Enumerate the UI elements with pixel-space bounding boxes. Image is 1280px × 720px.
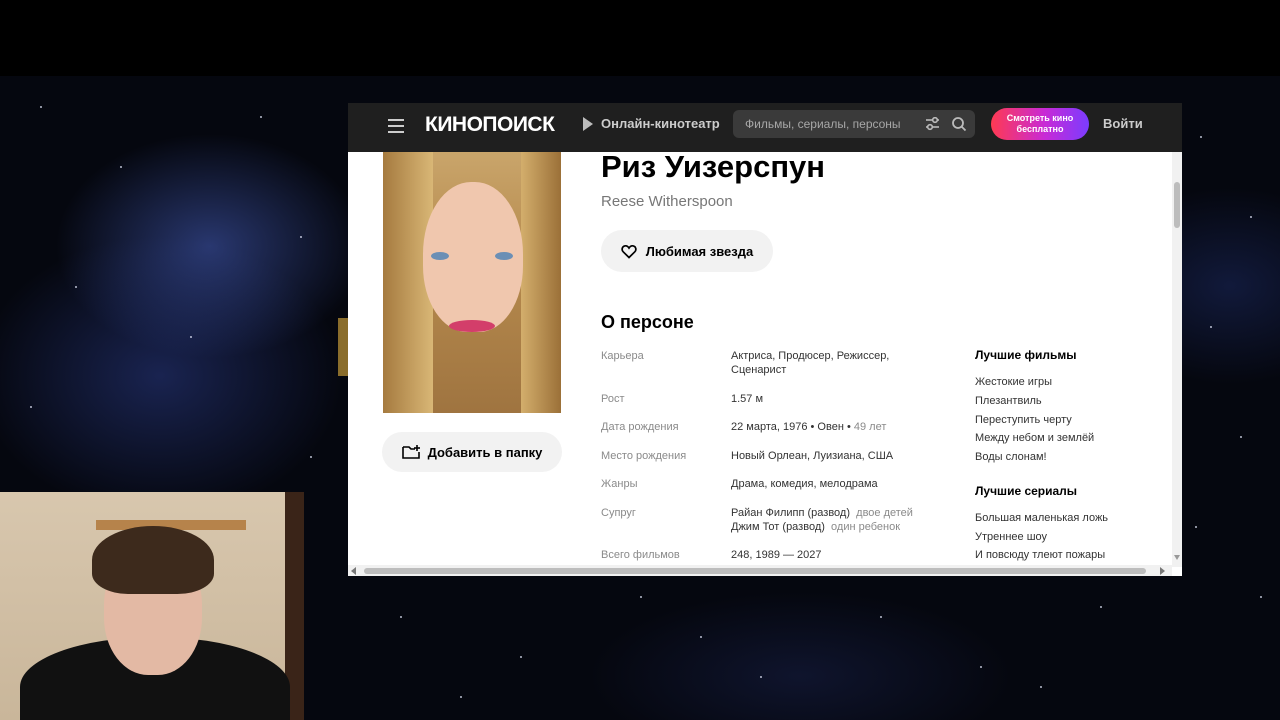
add-to-folder-button[interactable]: Добавить в папку (382, 432, 562, 472)
search-icon[interactable] (951, 116, 967, 132)
info-label: Место рождения (601, 450, 687, 462)
best-film-link[interactable]: Жестокие игры (975, 376, 1052, 388)
spouse-link[interactable]: Райан Филипп (развод) (731, 507, 850, 519)
info-value[interactable]: Новый Орлеан, Луизиана, США (731, 449, 931, 463)
spouse-list: Райан Филипп (развод) двое детей Джим То… (731, 506, 931, 534)
birthdate-value[interactable]: 22 марта, 1976 • Овен • (731, 421, 854, 433)
watch-free-line1: Смотреть кино (1006, 113, 1074, 123)
filter-icon[interactable] (925, 117, 940, 131)
best-film-link[interactable]: Переступить черту (975, 414, 1072, 426)
add-to-folder-label: Добавить в папку (427, 444, 543, 460)
best-series-title: Лучшие сериалы (975, 484, 1078, 498)
search-input[interactable]: Фильмы, сериалы, персоны (745, 117, 907, 131)
horizontal-scrollbar[interactable] (348, 565, 1172, 576)
best-film-link[interactable]: Воды слонам! (975, 451, 1047, 463)
watch-free-line2: бесплатно (1016, 124, 1064, 134)
online-cinema-label: Онлайн-кинотеатр (601, 116, 720, 131)
best-series-link[interactable]: Утреннее шоу (975, 531, 1047, 543)
online-cinema-link[interactable]: Онлайн-кинотеатр (583, 116, 720, 131)
kinopoisk-logo[interactable]: КИНОПОИСК (425, 113, 555, 137)
info-label: Карьера (601, 350, 644, 362)
person-photo (383, 152, 561, 413)
info-value: 1.57 м (731, 393, 764, 405)
vertical-scrollbar[interactable] (1172, 152, 1182, 567)
watch-free-button[interactable]: Смотреть кино бесплатно (991, 108, 1089, 140)
info-value: 22 марта, 1976 • Овен • 49 лет (731, 420, 931, 434)
info-value[interactable]: Драма, комедия, мелодрама (731, 477, 931, 491)
info-label: Жанры (601, 478, 638, 490)
video-top-bar (0, 0, 1280, 76)
browser-window: КИНОПОИСК Онлайн-кинотеатр Фильмы, сериа… (348, 103, 1182, 576)
add-folder-icon (401, 445, 420, 459)
best-series-link[interactable]: И повсюду тлеют пожары (975, 549, 1105, 561)
vertical-scroll-thumb[interactable] (1174, 182, 1180, 228)
info-value: Актриса, Продюсер, Режиссер, Сценарист (731, 350, 890, 376)
best-film-link[interactable]: Между небом и землёй (975, 432, 1094, 444)
info-label: Всего фильмов (601, 549, 680, 561)
info-label: Дата рождения (601, 421, 679, 433)
spouse-note: двое детей (856, 507, 913, 519)
play-icon (583, 116, 593, 131)
best-films-title: Лучшие фильмы (975, 348, 1077, 362)
horizontal-scroll-thumb[interactable] (364, 568, 1146, 574)
scroll-down-arrow[interactable] (1174, 555, 1180, 560)
best-series-link[interactable]: Большая маленькая ложь (975, 512, 1108, 524)
menu-icon[interactable] (388, 119, 404, 133)
spouse-link[interactable]: Джим Тот (развод) (731, 521, 825, 533)
age-value: 49 лет (853, 421, 887, 433)
favorite-star-button[interactable]: Любимая звезда (601, 230, 773, 272)
person-name: Риз Уизерспун (601, 149, 826, 184)
site-header: КИНОПОИСК Онлайн-кинотеатр Фильмы, сериа… (348, 103, 1182, 152)
info-label: Супруг (601, 507, 636, 519)
person-original-name: Reese Witherspoon (601, 193, 733, 210)
heart-icon (621, 244, 637, 259)
spouse-note: один ребенок (831, 521, 901, 533)
scroll-right-arrow[interactable] (1160, 567, 1165, 575)
best-film-link[interactable]: Плезантвиль (975, 395, 1042, 407)
info-value[interactable]: 248, 1989 — 2027 (731, 548, 931, 562)
favorite-star-label: Любимая звезда (645, 243, 754, 259)
login-link[interactable]: Войти (1103, 116, 1143, 131)
scroll-left-arrow[interactable] (351, 567, 356, 575)
search-box[interactable]: Фильмы, сериалы, персоны (733, 110, 975, 138)
about-section-title: О персоне (601, 312, 694, 332)
webcam-overlay (0, 492, 304, 720)
info-label: Рост (601, 393, 625, 405)
